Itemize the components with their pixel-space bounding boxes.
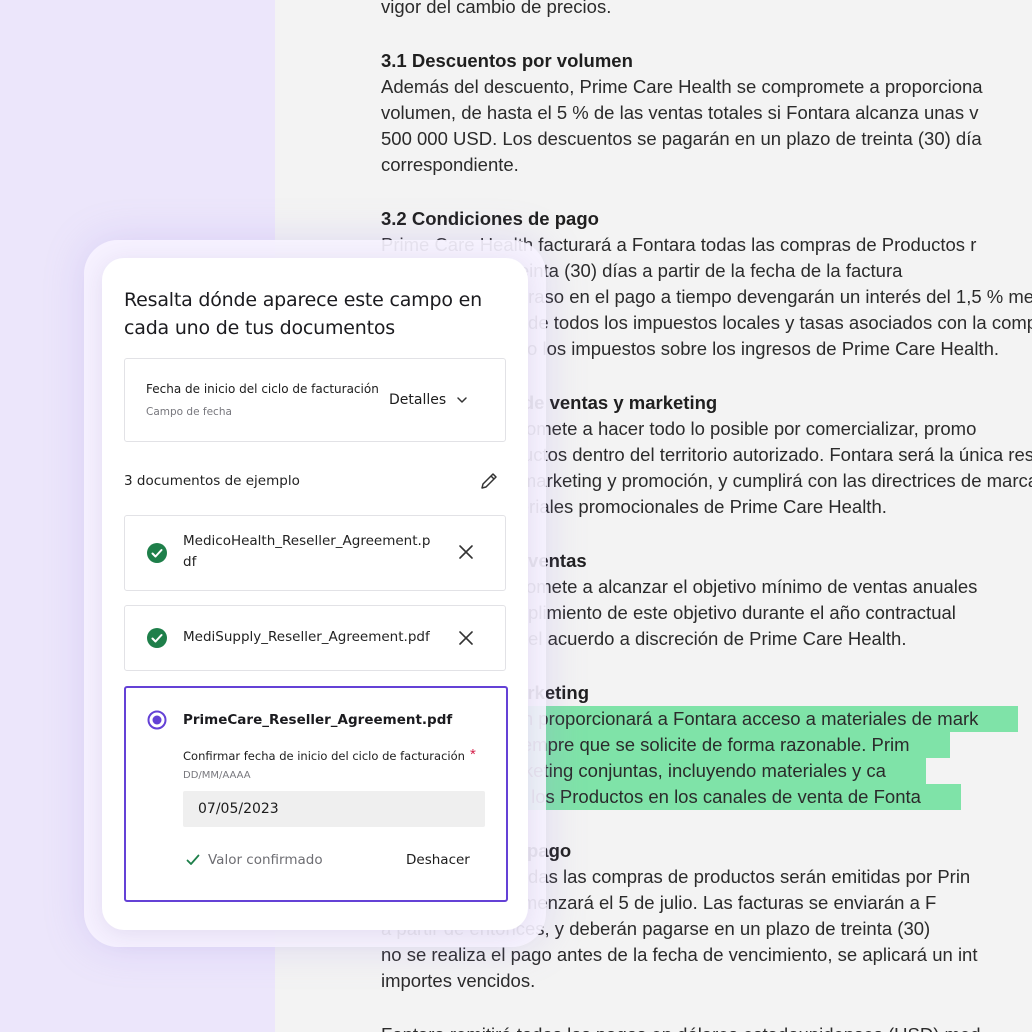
doc-line: vigor del cambio de precios. — [381, 0, 612, 17]
check-circle-icon — [147, 543, 167, 563]
active-document-item[interactable]: PrimeCare_Reseller_Agreement.pdf Confirm… — [124, 686, 508, 902]
check-circle-icon — [147, 628, 167, 648]
confirmed-label: Valor confirmado — [208, 852, 323, 868]
radio-selected-icon[interactable] — [147, 710, 167, 730]
document-name: MediSupply_Reseller_Agreement.pdf — [183, 629, 430, 645]
doc-line: importes vencidos. — [381, 970, 536, 991]
value-confirmed-status: Valor confirmado — [186, 852, 323, 868]
doc-line: correspondiente. — [381, 154, 519, 175]
panel-title: Resalta dónde aparece este campo en cada… — [124, 289, 482, 339]
field-name: Fecha de inicio del ciclo de facturación — [146, 382, 379, 396]
date-input[interactable] — [183, 791, 485, 827]
paragraph-remittance: Fontara remitirá todos los pagos en dóla… — [381, 1022, 1032, 1032]
documents-count: 3 documentos de ejemplo — [124, 473, 300, 489]
pencil-icon[interactable] — [478, 470, 500, 492]
doc-line: volumen, de hasta el 5 % de las ventas t… — [381, 102, 979, 123]
chevron-down-icon — [457, 397, 467, 403]
undo-button[interactable]: Deshacer — [406, 852, 470, 868]
doc-heading: 3.2 Condiciones de pago — [381, 208, 599, 229]
field-summary: Fecha de inicio del ciclo de facturación… — [124, 358, 506, 442]
close-icon[interactable] — [457, 543, 475, 561]
doc-line: 500 000 USD. Los descuentos se pagarán e… — [381, 128, 982, 149]
checkmark-icon — [186, 854, 200, 865]
doc-heading: 3.1 Descuentos por volumen — [381, 50, 633, 71]
required-mark: * — [470, 746, 476, 763]
doc-line: Fontara remitirá todos los pagos en dóla… — [381, 1022, 1032, 1032]
active-document-name: PrimeCare_Reseller_Agreement.pdf — [183, 712, 453, 728]
details-label: Detalles — [389, 392, 447, 408]
document-item[interactable]: MedicoHealth_Reseller_Agreement.pdf — [124, 515, 506, 591]
field-type: Campo de fecha — [146, 406, 232, 418]
document-name: MedicoHealth_Reseller_Agreement.pdf — [183, 533, 431, 570]
date-format-hint: DD/MM/AAAA — [183, 770, 251, 781]
close-icon[interactable] — [457, 629, 475, 647]
paragraph-0: vigor del cambio de precios. — [381, 0, 1032, 20]
field-highlight-panel: Resalta dónde aparece este campo en cada… — [102, 258, 528, 930]
doc-line: Además del descuento, Prime Care Health … — [381, 76, 983, 97]
paragraph-volume-discounts: 3.1 Descuentos por volumen Además del de… — [381, 48, 1032, 178]
document-item[interactable]: MediSupply_Reseller_Agreement.pdf — [124, 605, 506, 671]
details-dropdown-button[interactable]: Detalles — [389, 389, 468, 411]
confirm-field-label: Confirmar fecha de inicio del ciclo de f… — [183, 749, 465, 763]
